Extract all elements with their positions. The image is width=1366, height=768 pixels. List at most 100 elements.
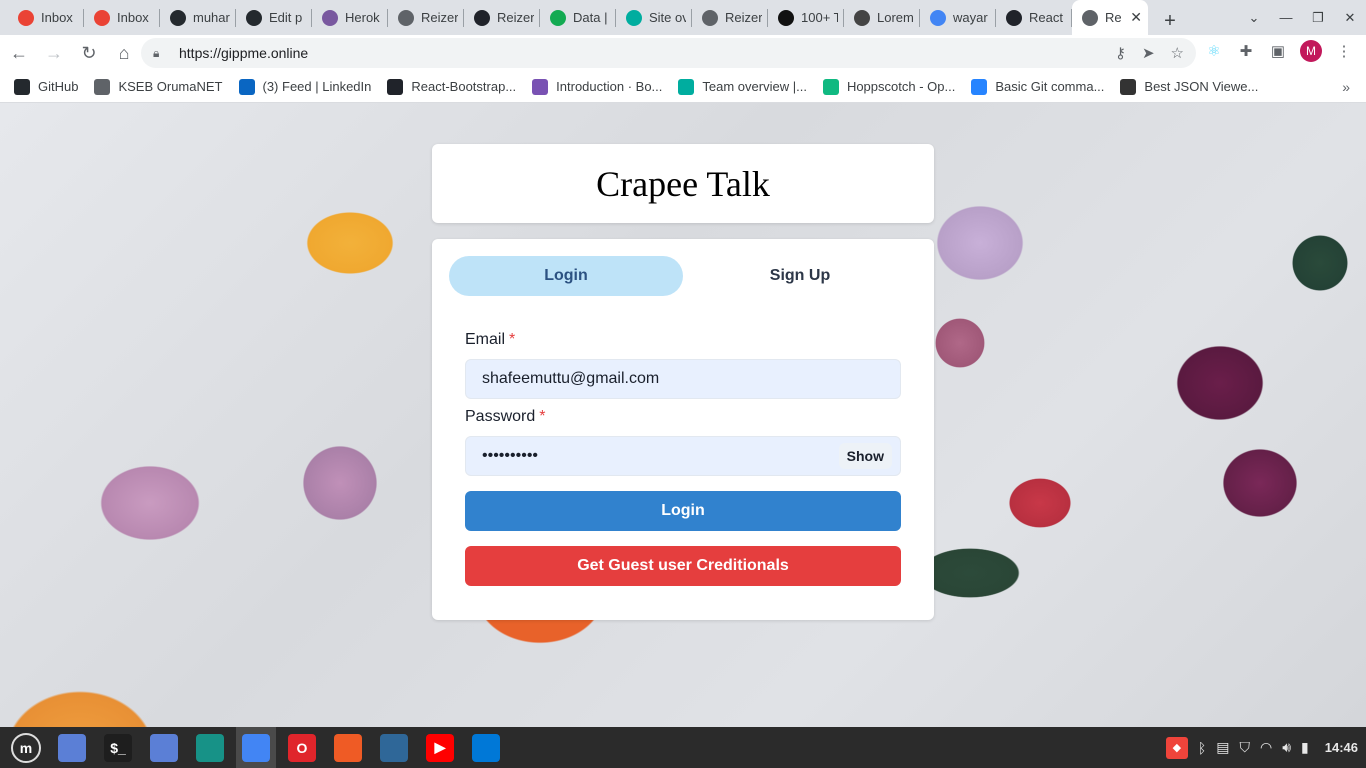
taskbar-app-files[interactable] [52, 727, 92, 768]
tab-search-icon[interactable]: ⌄ [1238, 10, 1270, 26]
taskbar-app-terminal[interactable]: $_ [98, 727, 138, 768]
address-bar[interactable]: 🔒︎ https://gippme.online ⚷ ➤ ☆ [141, 38, 1196, 68]
browser-tab[interactable]: Reizer [464, 0, 540, 35]
hoppscotch-icon [822, 78, 839, 95]
browser-tab[interactable]: Herok [312, 0, 388, 35]
more-bookmarks-icon[interactable]: » [1342, 79, 1350, 95]
mongodb-icon [550, 9, 566, 26]
youtube-icon: ▶ [426, 733, 454, 762]
reload-button[interactable]: ↻ [73, 37, 105, 69]
taskbar-app-vscode[interactable] [466, 727, 506, 768]
anydesk-icon[interactable]: ◆ [1165, 736, 1188, 759]
tab-list: Inbox Inbox muhar Edit p Herok Reizer Reizer Da… [0, 0, 1148, 35]
taskbar-app-opera[interactable]: O [282, 727, 322, 768]
lorem-icon [854, 9, 870, 26]
browser-tab-title: Reizer [421, 10, 458, 25]
taskbar-app-files-2[interactable] [144, 727, 184, 768]
google-icon [930, 9, 946, 26]
bookmark-item[interactable]: (3) Feed | LinkedIn [238, 78, 371, 95]
password-label: Password * [465, 408, 545, 426]
browser-tab-title: Lorem [877, 10, 914, 25]
browser-tab[interactable]: Reizer [692, 0, 768, 35]
files-2-icon [150, 733, 178, 762]
browser-tab[interactable]: Reizer [388, 0, 464, 35]
tab-signup[interactable]: Sign Up [683, 256, 917, 296]
react-icon [1006, 9, 1022, 26]
browser-tab[interactable]: Re ✕ [1072, 0, 1148, 35]
email-field[interactable]: shafeemuttu@gmail.com [465, 359, 901, 399]
url-text[interactable]: https://gippme.online [179, 45, 308, 61]
bookmark-star-icon[interactable]: ☆ [1171, 44, 1184, 62]
atlassian-icon [971, 78, 988, 95]
send-icon[interactable]: ➤ [1142, 44, 1155, 62]
browser-tab[interactable]: Inbox [8, 0, 84, 35]
taskbar-app-gitkraken[interactable] [190, 727, 230, 768]
login-button[interactable]: Login [465, 491, 901, 531]
bootstrap-icon [532, 78, 549, 95]
close-window-icon[interactable]: ✕ [1334, 10, 1366, 26]
react-icon [387, 78, 404, 95]
tab-login[interactable]: Login [449, 256, 683, 296]
taskbar-app-postman[interactable] [328, 727, 368, 768]
side-panel-icon[interactable]: ▣ [1268, 41, 1288, 61]
guest-credentials-button[interactable]: Get Guest user Creditionals [465, 546, 901, 586]
forward-button[interactable]: → [38, 37, 70, 69]
start-menu-button[interactable]: m [6, 727, 46, 768]
browser-tab-strip: Inbox Inbox muhar Edit p Herok Reizer Reizer Da… [0, 0, 1366, 35]
taskbar-app-youtube[interactable]: ▶ [420, 727, 460, 768]
browser-tab[interactable]: wayar [920, 0, 996, 35]
key-icon[interactable]: ⚷ [1115, 44, 1126, 62]
github-icon [14, 78, 30, 95]
browser-tab-title: Inbox [117, 10, 149, 25]
browser-tab[interactable]: Edit p [236, 0, 312, 35]
bookmark-item[interactable]: Team overview |... [678, 78, 807, 95]
taskbar-app-mysql-workbench[interactable] [374, 727, 414, 768]
linkedin-icon [238, 78, 255, 95]
back-button[interactable]: ← [3, 37, 35, 69]
files-icon [58, 733, 86, 762]
bookmark-item[interactable]: KSEB OrumaNET [94, 78, 223, 95]
menu-kebab-icon[interactable]: ⋮ [1334, 41, 1354, 61]
bookmark-item[interactable]: Introduction · Bo... [532, 78, 662, 95]
show-password-button[interactable]: Show [838, 443, 892, 469]
bookmark-item[interactable]: Basic Git comma... [971, 78, 1104, 95]
taskbar-app-chrome[interactable] [236, 727, 276, 768]
bookmark-item[interactable]: GitHub [14, 78, 79, 95]
browser-tab[interactable]: Lorem [844, 0, 920, 35]
clipboard-icon[interactable]: ▤ [1216, 739, 1229, 756]
github-icon [246, 9, 262, 26]
maximize-icon[interactable]: ❐ [1302, 10, 1334, 26]
profile-avatar[interactable]: M [1300, 40, 1322, 62]
browser-tab[interactable]: Inbox [84, 0, 160, 35]
battery-icon[interactable]: ▮ [1301, 739, 1309, 756]
vscode-icon [472, 733, 500, 762]
home-button[interactable]: ⌂ [108, 37, 140, 69]
bookmark-label: GitHub [38, 79, 79, 94]
browser-tab-title: Reizer [725, 10, 762, 25]
bluetooth-icon[interactable]: ᛒ [1198, 740, 1206, 756]
terminal-icon: $_ [104, 733, 132, 762]
extensions-puzzle-icon[interactable]: ✚ [1236, 41, 1256, 61]
wifi-icon[interactable]: ◠ [1260, 739, 1272, 756]
bookmark-item[interactable]: Hoppscotch - Op... [822, 78, 955, 95]
browser-tab[interactable]: muhar [160, 0, 236, 35]
lock-icon[interactable]: 🔒︎ [153, 46, 167, 61]
clock[interactable]: 14:46 [1325, 740, 1358, 755]
minimize-icon[interactable]: — [1270, 10, 1302, 25]
new-tab-button[interactable]: + [1156, 7, 1184, 35]
heroku-icon [322, 9, 338, 26]
browser-tab[interactable]: Site ov [616, 0, 692, 35]
gitkraken-icon [196, 733, 224, 762]
browser-tab-title: Edit p [269, 10, 303, 25]
netlify-icon [626, 9, 642, 26]
react-devtools-icon[interactable]: ⚛ [1204, 41, 1224, 61]
bookmark-item[interactable]: React-Bootstrap... [387, 78, 516, 95]
browser-tab[interactable]: Data | [540, 0, 616, 35]
password-field[interactable]: •••••••••• Show [465, 436, 901, 476]
browser-tab[interactable]: React [996, 0, 1072, 35]
close-tab-icon[interactable]: ✕ [1130, 9, 1142, 26]
volume-icon[interactable]: 🔊︎ [1282, 739, 1291, 756]
shield-icon[interactable]: ⛉ [1239, 739, 1250, 756]
bookmark-item[interactable]: Best JSON Viewe... [1120, 78, 1258, 95]
browser-tab[interactable]: 100+ T [768, 0, 844, 35]
